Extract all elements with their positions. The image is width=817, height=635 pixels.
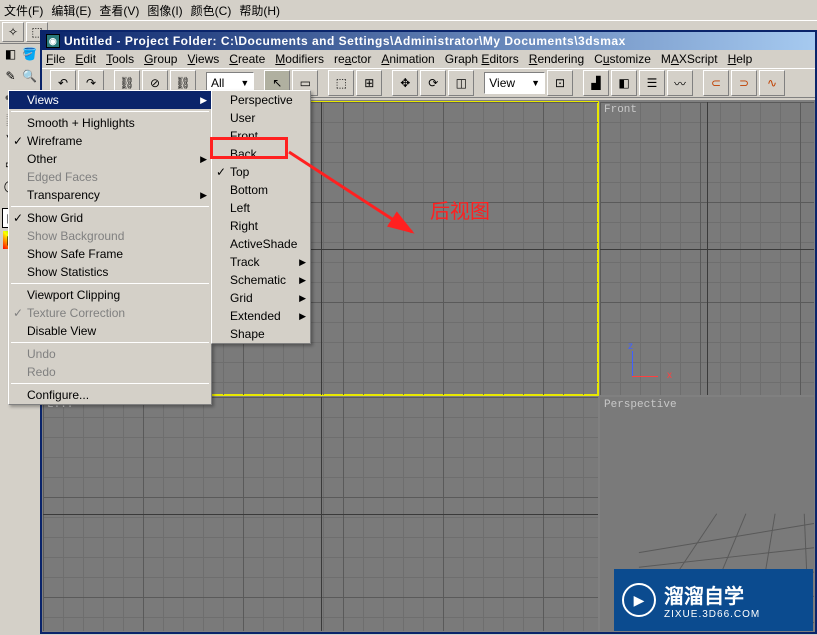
menu-customize[interactable]: Customize <box>594 52 651 66</box>
titlebar: ◉ Untitled - Project Folder: C:\Document… <box>42 32 815 50</box>
sub-perspective[interactable]: Perspective <box>212 91 310 109</box>
menubar: File Edit Tools Group Views Create Modif… <box>42 50 815 68</box>
window-title: Untitled - Project Folder: C:\Documents … <box>64 34 626 48</box>
tool-freesel-icon[interactable]: ✧ <box>2 22 24 42</box>
sub-left[interactable]: Left <box>212 199 310 217</box>
annotation-text: 后视图 <box>430 195 490 224</box>
sub-shape[interactable]: Shape <box>212 325 310 343</box>
watermark: ▶ 溜溜自学 ZIXUE.3D66.COM <box>614 569 813 631</box>
menu-views[interactable]: Views <box>187 52 219 66</box>
zoom-icon[interactable]: 🔍 <box>21 66 38 86</box>
bucket-icon[interactable]: 🪣 <box>21 44 38 64</box>
sub-right[interactable]: Right <box>212 217 310 235</box>
views-submenu: Perspective User Front Back ✓Top Bottom … <box>211 90 311 344</box>
outer-menu-color[interactable]: 颜色(C) <box>191 2 232 19</box>
ctx-show-statistics[interactable]: Show Statistics <box>9 263 211 281</box>
sub-activeshade[interactable]: ActiveShade <box>212 235 310 253</box>
menu-rendering[interactable]: Rendering <box>529 52 584 66</box>
align-icon[interactable]: ◧ <box>611 70 637 96</box>
ctx-smooth-highlights[interactable]: Smooth + Highlights <box>9 114 211 132</box>
sub-user[interactable]: User <box>212 109 310 127</box>
ctx-undo: Undo <box>9 345 211 363</box>
ctx-show-background: Show Background <box>9 227 211 245</box>
outer-menu-image[interactable]: 图像(I) <box>147 2 182 19</box>
menu-edit[interactable]: Edit <box>75 52 96 66</box>
ctx-show-grid[interactable]: ✓Show Grid <box>9 209 211 227</box>
outer-menubar: 文件(F) 编辑(E) 查看(V) 图像(I) 颜色(C) 帮助(H) <box>0 0 817 20</box>
move-icon[interactable]: ✥ <box>392 70 418 96</box>
sub-bottom[interactable]: Bottom <box>212 181 310 199</box>
pivot-icon[interactable]: ⊡ <box>547 70 573 96</box>
outer-menu-view[interactable]: 查看(V) <box>99 2 139 19</box>
menu-modifiers[interactable]: Modifiers <box>275 52 324 66</box>
sub-front[interactable]: Front <box>212 127 310 145</box>
sub-schematic[interactable]: Schematic▶ <box>212 271 310 289</box>
picker-icon[interactable]: ✎ <box>2 66 19 86</box>
outer-menu-help[interactable]: 帮助(H) <box>239 2 280 19</box>
menu-file[interactable]: File <box>46 52 65 66</box>
ctx-other[interactable]: Other▶ <box>9 150 211 168</box>
ctx-edged-faces: Edged Faces <box>9 168 211 186</box>
viewport-label-persp: Perspective <box>604 399 677 411</box>
rotate-icon[interactable]: ⟳ <box>420 70 446 96</box>
watermark-url: ZIXUE.3D66.COM <box>664 609 760 620</box>
scale-icon[interactable]: ◫ <box>448 70 474 96</box>
sub-top[interactable]: ✓Top <box>212 163 310 181</box>
viewport-left[interactable]: L... <box>43 397 598 631</box>
viewport-context-menu: Views▶ Smooth + Highlights ✓Wireframe Ot… <box>8 90 212 405</box>
snap-percent-icon[interactable]: ⊃ <box>731 70 757 96</box>
ctx-views[interactable]: Views▶ <box>9 91 211 109</box>
sub-track[interactable]: Track▶ <box>212 253 310 271</box>
curve-editor-icon[interactable]: 〰 <box>667 70 693 96</box>
menu-help[interactable]: Help <box>728 52 753 66</box>
ctx-disable-view[interactable]: Disable View <box>9 322 211 340</box>
mirror-icon[interactable]: ▟ <box>583 70 609 96</box>
viewport-front[interactable]: Front z x <box>600 102 814 395</box>
menu-maxscript[interactable]: MAXScript <box>661 52 718 66</box>
select-region-icon[interactable]: ⬚ <box>328 70 354 96</box>
outer-menu-edit[interactable]: 编辑(E) <box>51 2 91 19</box>
ref-coord-dropdown[interactable]: View▼ <box>484 72 545 94</box>
window-crossing-icon[interactable]: ⊞ <box>356 70 382 96</box>
menu-animation[interactable]: Animation <box>381 52 434 66</box>
outer-menu-file[interactable]: 文件(F) <box>4 2 43 19</box>
spinner-snap-icon[interactable]: ∿ <box>759 70 785 96</box>
sub-grid[interactable]: Grid▶ <box>212 289 310 307</box>
watermark-play-icon: ▶ <box>622 583 656 617</box>
menu-reactor[interactable]: reactor <box>334 52 371 66</box>
axis-gizmo: z x <box>624 345 664 385</box>
sub-back[interactable]: Back <box>212 145 310 163</box>
ctx-viewport-clipping[interactable]: Viewport Clipping <box>9 286 211 304</box>
snap-angle-icon[interactable]: ⊂ <box>703 70 729 96</box>
ctx-show-safe-frame[interactable]: Show Safe Frame <box>9 245 211 263</box>
menu-group[interactable]: Group <box>144 52 177 66</box>
sub-extended[interactable]: Extended▶ <box>212 307 310 325</box>
viewport-label-front: Front <box>604 104 637 116</box>
ctx-configure[interactable]: Configure... <box>9 386 211 404</box>
menu-grapheditors[interactable]: Graph Editors <box>445 52 519 66</box>
menu-tools[interactable]: Tools <box>106 52 134 66</box>
ctx-texture-correction: ✓Texture Correction <box>9 304 211 322</box>
app-icon: ◉ <box>46 34 60 48</box>
eraser-icon[interactable]: ◧ <box>2 44 19 64</box>
watermark-title: 溜溜自学 <box>664 580 760 609</box>
layers-icon[interactable]: ☰ <box>639 70 665 96</box>
ctx-transparency[interactable]: Transparency▶ <box>9 186 211 204</box>
menu-create[interactable]: Create <box>229 52 265 66</box>
ctx-wireframe[interactable]: ✓Wireframe <box>9 132 211 150</box>
ctx-redo: Redo <box>9 363 211 381</box>
